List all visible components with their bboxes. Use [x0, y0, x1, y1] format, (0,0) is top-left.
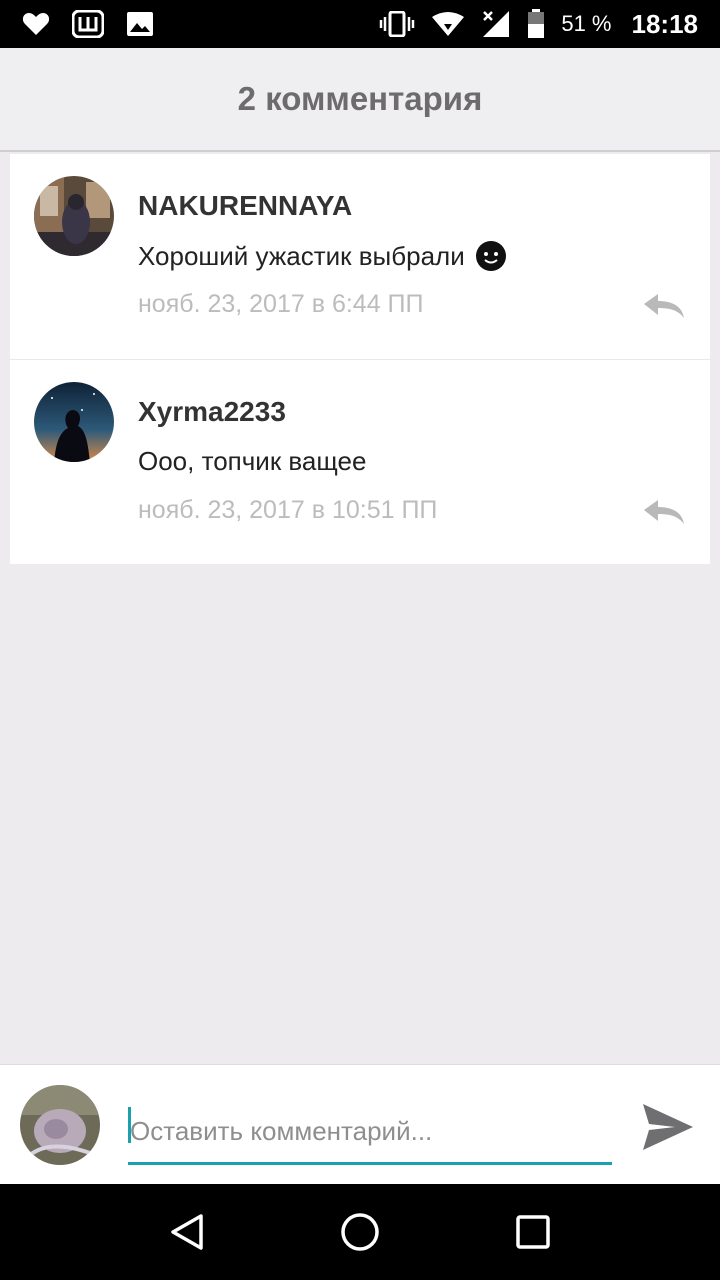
comment-item: Xyrma2233 Ооо, топчик ващее нояб. 23, 20… [10, 359, 710, 564]
comment-timestamp: нояб. 23, 2017 в 6:44 ПП [138, 290, 424, 318]
signal-icon [481, 10, 511, 38]
comments-header: 2 комментария [0, 48, 720, 152]
comment-text-content: Хороший ужастик выбрали [138, 240, 465, 271]
back-triangle-icon [170, 1214, 203, 1250]
comments-list: NAKURENNAYA Хороший ужастик выбрали нояб… [10, 154, 710, 564]
reply-icon[interactable] [642, 292, 686, 320]
comment-text: Хороший ужастик выбрали [138, 240, 507, 272]
battery-icon [527, 9, 545, 39]
my-avatar [20, 1085, 100, 1165]
comment-timestamp: нояб. 23, 2017 в 10:51 ПП [138, 496, 438, 524]
send-icon [643, 1104, 693, 1150]
back-button[interactable] [147, 1192, 227, 1272]
home-circle-icon [341, 1213, 379, 1251]
text-caret [128, 1107, 131, 1143]
reply-icon[interactable] [642, 498, 686, 526]
status-bar: 51 % 18:18 [0, 0, 720, 48]
status-right: 51 % 18:18 [363, 9, 698, 40]
battery-percent: 51 % [561, 11, 612, 36]
comment-item: NAKURENNAYA Хороший ужастик выбрали нояб… [10, 154, 710, 359]
comment-text-content: Ооо, топчик ващее [138, 446, 367, 476]
w-app-icon [72, 10, 104, 38]
status-clock: 18:18 [631, 8, 699, 39]
comment-author[interactable]: NAKURENNAYA [138, 190, 352, 222]
send-button[interactable] [640, 1101, 696, 1153]
comment-author[interactable]: Xyrma2233 [138, 396, 286, 428]
comment-text: Ооо, топчик ващее [138, 446, 366, 477]
status-left [22, 10, 176, 38]
page-title: 2 комментария [237, 80, 483, 117]
navigation-bar [0, 1184, 720, 1280]
vibrate-icon [379, 11, 415, 37]
heart-icon [22, 11, 50, 37]
recents-square-icon [516, 1215, 551, 1249]
comment-input-bar [0, 1064, 720, 1184]
home-button[interactable] [320, 1192, 400, 1272]
wifi-icon [431, 11, 465, 37]
avatar[interactable] [34, 382, 114, 462]
comment-input[interactable] [128, 1101, 612, 1165]
avatar[interactable] [34, 176, 114, 256]
image-icon [126, 11, 154, 37]
smiley-emoji-icon [475, 240, 507, 272]
recents-button[interactable] [493, 1192, 573, 1272]
